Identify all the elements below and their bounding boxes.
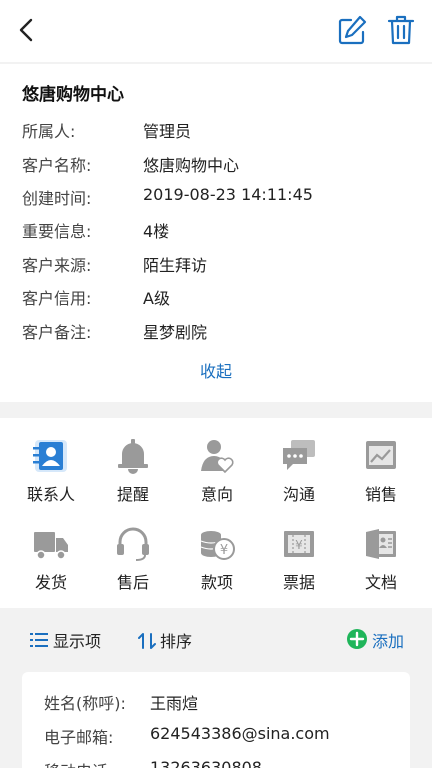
person-heart-icon	[199, 438, 235, 474]
module-communication[interactable]: 沟通	[256, 438, 342, 518]
contact-label: 姓名(称呼):	[44, 694, 126, 713]
display-fields-label: 显示项	[53, 632, 102, 651]
field-label: 所属人:	[22, 122, 76, 141]
field-customer-credit: 客户信用: A级	[0, 285, 432, 309]
module-label: 销售	[364, 485, 397, 504]
list-icon	[30, 633, 48, 647]
field-value: 4楼	[143, 222, 170, 241]
truck-icon	[33, 526, 69, 562]
field-important-info: 重要信息: 4楼	[0, 218, 432, 242]
module-reminders[interactable]: 提醒	[90, 438, 176, 518]
trash-icon[interactable]	[386, 14, 416, 46]
contact-row-name: 姓名(称呼): 王雨煊	[22, 690, 410, 714]
module-shipping[interactable]: 发货	[8, 526, 94, 606]
module-documents[interactable]: 文档	[338, 526, 424, 606]
list-toolbar: 显示项 排序 添加	[0, 620, 432, 660]
customer-detail-panel: 悠唐购物中心 所属人: 管理员 客户名称: 悠唐购物中心 创建时间: 2019-…	[0, 64, 432, 402]
module-label: 意向	[200, 485, 233, 504]
top-bar	[0, 0, 432, 62]
module-after-sales[interactable]: 售后	[90, 526, 176, 606]
field-label: 重要信息:	[22, 222, 92, 241]
contact-label: 移动电话:	[44, 758, 113, 768]
svg-text:¥: ¥	[295, 538, 303, 552]
field-value: 悠唐购物中心	[143, 156, 240, 175]
collapse-button[interactable]: 收起	[0, 358, 432, 382]
module-label: 提醒	[116, 485, 149, 504]
contact-card[interactable]: 姓名(称呼): 王雨煊 电子邮箱: 624543386@sina.com 移动电…	[22, 672, 410, 768]
contact-row-email: 电子邮箱: 624543386@sina.com	[22, 724, 410, 748]
module-contacts[interactable]: 联系人	[8, 438, 94, 518]
module-payments[interactable]: ¥ 款项	[174, 526, 260, 606]
field-customer-source: 客户来源: 陌生拜访	[0, 252, 432, 276]
back-arrow-icon[interactable]	[12, 15, 42, 45]
field-label: 创建时间:	[22, 189, 92, 208]
field-created-time: 创建时间: 2019-08-23 14:11:45	[0, 185, 432, 209]
field-value: A级	[143, 289, 170, 308]
document-icon	[363, 526, 399, 562]
sales-chart-icon	[363, 438, 399, 474]
module-sales[interactable]: 销售	[338, 438, 424, 518]
module-intentions[interactable]: 意向	[174, 438, 260, 518]
chat-bubbles-icon	[281, 438, 317, 474]
display-fields-button[interactable]: 显示项	[30, 628, 110, 652]
field-value: 星梦剧院	[143, 323, 208, 342]
coins-icon: ¥	[199, 526, 235, 562]
edit-icon[interactable]	[337, 14, 367, 46]
field-value: 陌生拜访	[143, 256, 208, 275]
contact-value: 624543386@sina.com	[150, 724, 330, 743]
field-customer-name: 客户名称: 悠唐购物中心	[0, 152, 432, 176]
headset-icon	[115, 526, 151, 562]
module-label: 票据	[282, 573, 315, 592]
module-invoices[interactable]: ¥ 票据	[256, 526, 342, 606]
contact-row-mobile: 移动电话: 13263630808	[22, 758, 410, 768]
sort-label: 排序	[160, 632, 193, 651]
add-circle-icon	[347, 629, 367, 649]
contact-label: 电子邮箱:	[44, 728, 114, 747]
sort-arrows-icon	[138, 633, 156, 649]
module-grid: 联系人 提醒 意向 沟通 销售 发货 售后 ¥ 款项 ¥ 票据 文档	[0, 418, 432, 608]
add-label: 添加	[372, 632, 405, 651]
module-label: 款项	[200, 573, 233, 592]
field-value: 管理员	[143, 122, 192, 141]
module-label: 沟通	[282, 485, 315, 504]
bell-icon	[115, 438, 151, 474]
customer-title: 悠唐购物中心	[22, 85, 124, 105]
module-label: 发货	[34, 573, 67, 592]
field-label: 客户信用:	[22, 289, 92, 308]
field-label: 客户备注:	[22, 323, 92, 342]
field-owner: 所属人: 管理员	[0, 118, 432, 142]
ticket-icon: ¥	[281, 526, 317, 562]
add-contact-button[interactable]: 添加	[346, 628, 412, 652]
field-customer-note: 客户备注: 星梦剧院	[0, 319, 432, 343]
sort-button[interactable]: 排序	[138, 628, 198, 652]
contact-value: 王雨煊	[150, 694, 199, 713]
module-label: 文档	[364, 573, 397, 592]
contact-value: 13263630808	[150, 758, 262, 768]
svg-text:¥: ¥	[220, 543, 228, 558]
field-value: 2019-08-23 14:11:45	[143, 185, 313, 204]
contact-card-icon	[33, 438, 69, 474]
module-label: 联系人	[26, 485, 75, 504]
field-label: 客户来源:	[22, 256, 92, 275]
field-label: 客户名称:	[22, 156, 92, 175]
module-label: 售后	[116, 573, 149, 592]
